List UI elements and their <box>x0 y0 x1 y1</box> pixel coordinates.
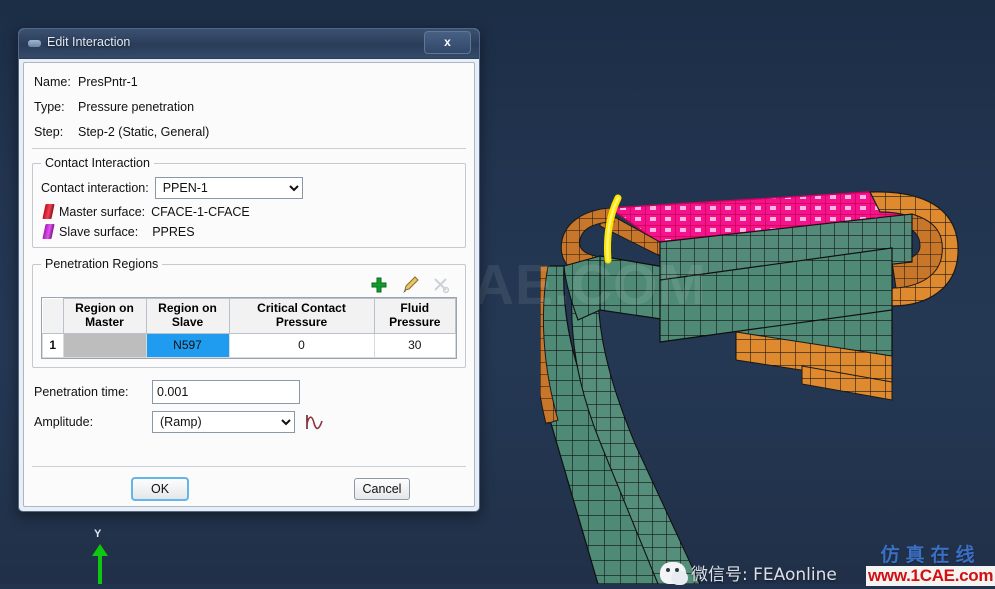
cell-empty-2 <box>145 356 230 358</box>
interaction-icon <box>27 36 42 51</box>
slave-surface-icon <box>42 224 55 239</box>
ok-button[interactable]: OK <box>131 477 189 501</box>
type-label: Type: <box>34 99 65 114</box>
axis-triad: Y <box>84 528 124 584</box>
th-index <box>42 298 64 334</box>
penetration-time-label: Penetration time: <box>34 385 129 399</box>
penetration-regions-group: Penetration Regions Region on Master Reg… <box>32 257 466 368</box>
button-separator <box>32 466 466 467</box>
contact-interaction-group: Contact Interaction Contact interaction:… <box>32 156 466 248</box>
edit-pencil-icon[interactable] <box>400 275 420 295</box>
field-name-row: Name: PresPntr-1 <box>24 69 474 94</box>
table-row-empty <box>42 356 456 358</box>
table-row[interactable]: 1 N597 0 30 <box>42 332 456 358</box>
edit-interaction-dialog[interactable]: Edit Interaction x Name: PresPntr-1 Type… <box>18 28 480 512</box>
header-separator <box>32 148 466 149</box>
cell-fluid-pressure[interactable]: 30 <box>373 332 456 358</box>
mesh-svg <box>532 191 959 585</box>
master-surface-value: CFACE-1-CFACE <box>151 204 250 219</box>
contact-interaction-legend: Contact Interaction <box>45 156 150 170</box>
slave-surface-label: Slave surface: <box>59 224 139 239</box>
contact-interaction-select[interactable]: PPEN-1 <box>154 177 303 199</box>
dialog-title: Edit Interaction <box>47 35 131 49</box>
slave-surface-row: Slave surface: PPRES <box>41 224 457 239</box>
cell-empty-4 <box>373 356 456 358</box>
finite-element-mesh-model[interactable] <box>532 170 995 585</box>
field-step-row: Step: Step-2 (Static, General) <box>24 119 474 144</box>
slave-surface-value: PPRES <box>152 224 195 239</box>
table-body: 1 N597 0 30 <box>42 332 456 358</box>
dialog-button-bar: OK Cancel <box>24 466 474 501</box>
cell-empty-3 <box>228 356 375 358</box>
contact-interaction-label: Contact interaction: <box>41 181 149 195</box>
cell-empty-index <box>42 356 64 358</box>
cell-region-master[interactable] <box>62 332 147 358</box>
cell-region-slave[interactable]: N597 <box>145 332 230 358</box>
field-type-row: Type: Pressure penetration <box>24 94 474 119</box>
penetration-regions-table: Region on Master Region on Slave Critica… <box>42 298 456 358</box>
th-critical-contact-pressure[interactable]: Critical Contact Pressure <box>228 298 375 334</box>
cell-critical-contact-pressure[interactable]: 0 <box>228 332 375 358</box>
dialog-title-bar[interactable]: Edit Interaction x <box>19 29 479 59</box>
penetration-regions-legend: Penetration Regions <box>45 257 159 271</box>
cell-row-index: 1 <box>42 332 64 358</box>
amplitude-row: Amplitude: (Ramp) <box>34 411 474 433</box>
penetration-time-row: Penetration time: <box>34 380 474 404</box>
step-label: Step: <box>34 124 64 139</box>
master-surface-icon <box>42 204 55 219</box>
table-header-row: Region on Master Region on Slave Critica… <box>42 298 456 334</box>
wechat-watermark: 微信号: FEAonline <box>660 560 837 585</box>
penetration-regions-toolbar <box>41 273 457 297</box>
cell-empty-1 <box>62 356 147 358</box>
amplitude-curve-icon[interactable] <box>304 412 326 432</box>
master-surface-row: Master surface: CFACE-1-CFACE <box>41 204 457 219</box>
penetration-time-input[interactable] <box>152 380 300 404</box>
wechat-text: 微信号: FEAonline <box>691 565 837 585</box>
master-surface-label: Master surface: <box>59 204 146 219</box>
penetration-regions-table-wrapper[interactable]: Region on Master Region on Slave Critica… <box>41 297 457 359</box>
th-region-master[interactable]: Region on Master <box>62 298 147 334</box>
delete-scissors-icon <box>431 275 451 295</box>
th-region-slave[interactable]: Region on Slave <box>145 298 230 334</box>
dialog-body: Name: PresPntr-1 Type: Pressure penetrat… <box>23 62 475 507</box>
contact-interaction-combo-row: Contact interaction: PPEN-1 <box>41 177 457 199</box>
axis-label-y: Y <box>94 528 102 540</box>
brand-chinese-text: 仿真在线 <box>880 544 981 566</box>
close-icon[interactable]: x <box>424 31 471 54</box>
step-value: Step-2 (Static, General) <box>78 124 210 139</box>
table-head: Region on Master Region on Slave Critica… <box>42 298 456 334</box>
brand-watermark: 仿真在线 www.1CAE.com <box>866 546 995 586</box>
amplitude-label: Amplitude: <box>34 415 94 429</box>
add-icon[interactable] <box>369 275 389 295</box>
amplitude-select[interactable]: (Ramp) <box>152 411 295 433</box>
cancel-button[interactable]: Cancel <box>354 478 410 500</box>
name-value: PresPntr-1 <box>78 74 138 89</box>
brand-url-text: www.1CAE.com <box>866 566 995 586</box>
axis-line-y <box>98 552 102 584</box>
type-value: Pressure penetration <box>78 99 195 114</box>
name-label: Name: <box>34 74 71 89</box>
th-fluid-pressure[interactable]: Fluid Pressure <box>373 298 456 334</box>
wechat-icon <box>660 561 688 585</box>
